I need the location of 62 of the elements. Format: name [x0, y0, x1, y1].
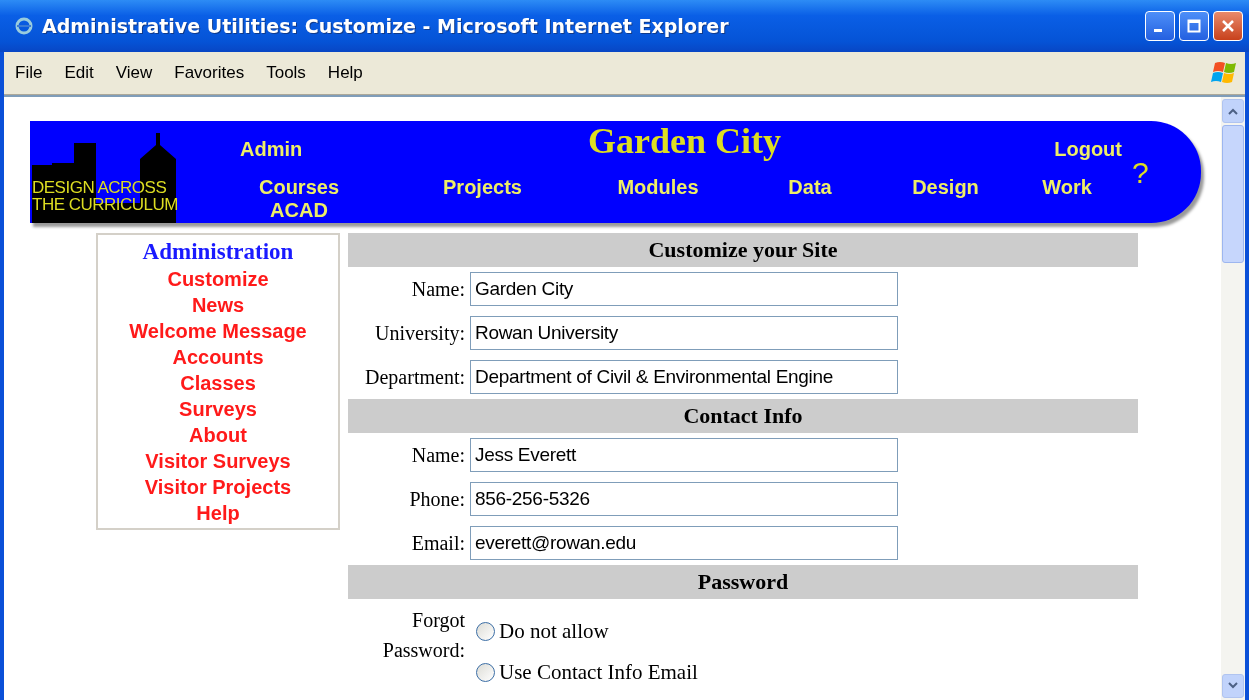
sidebar-link[interactable]: Welcome Message	[129, 318, 307, 344]
scrollbar[interactable]	[1221, 97, 1245, 700]
menu-item[interactable]: File	[4, 63, 54, 83]
close-icon	[1221, 19, 1235, 33]
field-label: Phone:	[408, 487, 466, 511]
input-field[interactable]: Rowan University	[470, 316, 898, 350]
sidebar-link[interactable]: Classes	[180, 370, 256, 396]
input-field[interactable]: Jess Everett	[470, 438, 898, 472]
scroll-down-button[interactable]	[1222, 674, 1244, 698]
section-header: Password	[348, 565, 1138, 599]
menu-item[interactable]: Help	[316, 63, 374, 83]
input-field[interactable]: 856-256-5326	[470, 482, 898, 516]
field-label: Email:	[410, 531, 466, 555]
menu-item[interactable]: Favorites	[163, 63, 256, 83]
nav-link[interactable]: Courses	[259, 176, 339, 199]
sidebar-link[interactable]: Accounts	[172, 344, 264, 370]
chevron-down-icon	[1228, 682, 1238, 690]
sidebar-link[interactable]: Customize	[167, 266, 269, 292]
radio-button[interactable]	[476, 622, 495, 641]
nav-link[interactable]: Modules	[617, 176, 699, 199]
menu-item[interactable]: View	[104, 63, 164, 83]
field-label: Forgot Password:	[381, 608, 466, 663]
nav-link[interactable]: ACAD	[270, 199, 328, 222]
section-header: Contact Info	[348, 399, 1138, 433]
sidebar-link[interactable]: Visitor Surveys	[145, 448, 291, 474]
minimize-icon	[1154, 28, 1162, 32]
maximize-icon	[1187, 19, 1201, 33]
sidebar-heading: Administration	[142, 238, 294, 266]
field-label: Name:	[410, 277, 466, 301]
nav-link[interactable]: Design	[912, 176, 979, 199]
sidebar-link[interactable]: Help	[196, 500, 240, 526]
close-button[interactable]	[1213, 11, 1243, 41]
radio-option[interactable]: Use Contact Info Email	[470, 660, 698, 685]
nav-link[interactable]: Work	[1042, 176, 1092, 199]
field-label: University:	[374, 321, 466, 345]
menu-item[interactable]: Tools	[255, 63, 317, 83]
input-field[interactable]: everett@rowan.edu	[470, 526, 898, 560]
admin-link[interactable]: Admin	[208, 138, 390, 161]
scroll-up-button[interactable]	[1222, 99, 1244, 123]
sidebar-link[interactable]: About	[189, 422, 247, 448]
sidebar-link[interactable]: News	[191, 292, 245, 318]
menu-item[interactable]: Edit	[53, 63, 105, 83]
logout-link[interactable]: Logout	[1054, 138, 1122, 161]
input-field[interactable]: Department of Civil & Environmental Engine	[470, 360, 898, 394]
maximize-button[interactable]	[1179, 11, 1209, 41]
sidebar-link[interactable]: Visitor Projects	[144, 474, 292, 500]
chevron-up-icon	[1228, 107, 1238, 115]
radio-button[interactable]	[476, 663, 495, 682]
window-title: Administrative Utilities: Customize - Microsoft Internet Explorer	[42, 15, 730, 37]
scroll-thumb[interactable]	[1222, 125, 1244, 263]
section-header: Customize your Site	[348, 233, 1138, 267]
radio-option[interactable]: Do not allow	[470, 619, 698, 644]
site-title: Garden City	[588, 121, 781, 161]
help-link[interactable]: ?	[1122, 156, 1149, 190]
input-field[interactable]: Garden City	[470, 272, 898, 306]
field-label: Name:	[410, 443, 466, 467]
sidebar-link[interactable]: Surveys	[179, 396, 257, 422]
nav-link[interactable]: Data	[788, 176, 832, 199]
nav-link[interactable]: Projects	[443, 176, 522, 199]
browser-icon	[14, 16, 34, 36]
minimize-button[interactable]	[1145, 11, 1175, 41]
field-label: Department:	[364, 365, 466, 389]
